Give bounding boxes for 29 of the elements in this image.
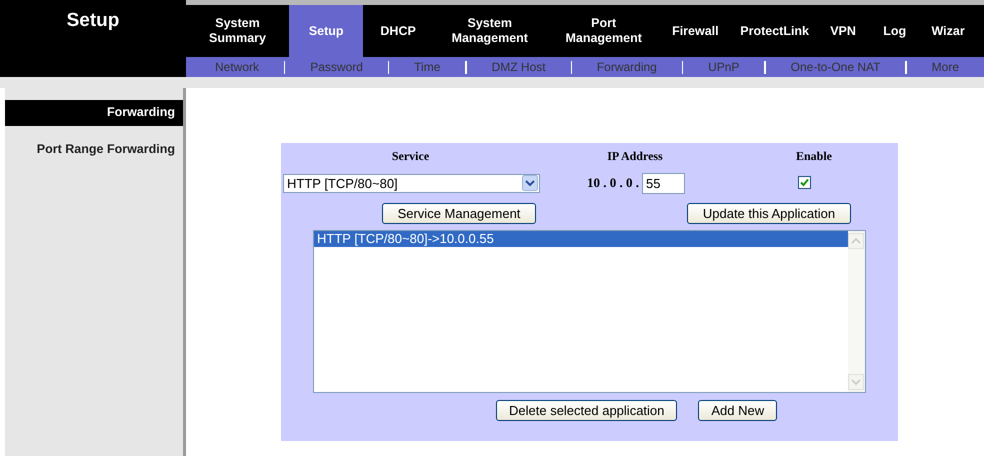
scroll-down-icon[interactable]	[848, 374, 864, 390]
service-dropdown[interactable]: HTTP [TCP/80~80]	[283, 174, 540, 192]
ip-prefix: 10 . 0 . 0 .	[587, 175, 639, 191]
nav-tab[interactable]: VPN	[819, 5, 867, 57]
nav-tab[interactable]: Log	[866, 5, 922, 57]
application-list[interactable]: HTTP [TCP/80~80]->10.0.0.55	[313, 230, 866, 393]
nav-tab[interactable]: ProtectLink	[730, 5, 820, 57]
sidebar-item[interactable]: Forwarding	[5, 100, 183, 126]
nav-tab[interactable]: DHCP	[363, 5, 433, 57]
nav-tab[interactable]: System Summary	[186, 5, 290, 57]
scrollbar[interactable]	[848, 231, 865, 392]
nav-tab[interactable]: Wizar	[922, 5, 984, 57]
service-management-button[interactable]: Service Management	[382, 203, 536, 224]
update-application-button[interactable]: Update this Application	[687, 203, 851, 224]
scroll-up-icon[interactable]	[848, 233, 864, 249]
add-new-button[interactable]: Add New	[698, 400, 778, 421]
ip-field[interactable]: 55	[642, 172, 685, 194]
column-header: Enable	[796, 148, 832, 162]
section-title: Setup	[66, 9, 120, 33]
list-item[interactable]: HTTP [TCP/80~80]->10.0.0.55	[314, 231, 848, 247]
column-header: IP Address	[607, 148, 663, 162]
enable-checkbox[interactable]	[798, 176, 810, 189]
nav-tab[interactable]: Port Management	[546, 5, 661, 57]
column-header: Service	[392, 148, 430, 162]
nav-tab[interactable]: Firewall	[660, 5, 730, 57]
nav-tab[interactable]: Setup	[289, 5, 364, 57]
nav-tab[interactable]: System Management	[432, 5, 547, 57]
sidebar-item[interactable]: Port Range Forwarding	[5, 137, 183, 163]
delete-application-button[interactable]: Delete selected application	[496, 400, 678, 421]
